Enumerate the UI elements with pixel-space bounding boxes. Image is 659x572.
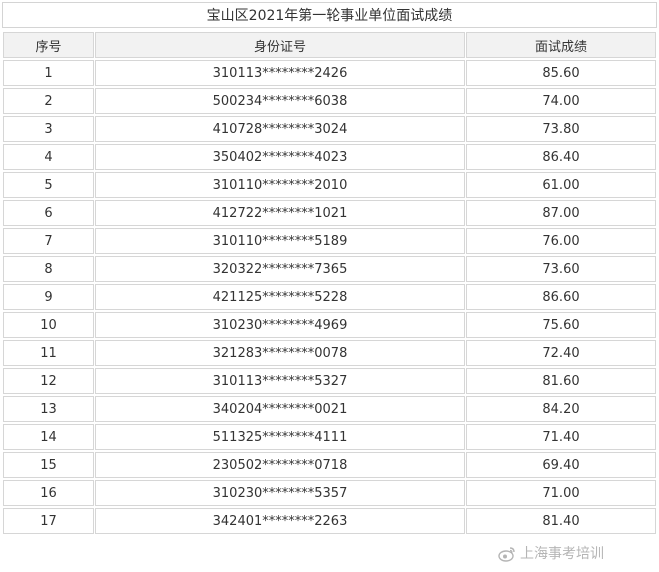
cell-interview-score: 71.40 <box>466 424 656 450</box>
cell-interview-score: 81.60 <box>466 368 656 394</box>
table-row: 10 310230********4969 75.60 <box>3 312 656 338</box>
cell-seq: 10 <box>3 312 94 338</box>
cell-seq: 15 <box>3 452 94 478</box>
cell-seq: 1 <box>3 60 94 86</box>
cell-interview-score: 87.00 <box>466 200 656 226</box>
table-row: 17 342401********2263 81.40 <box>3 508 656 534</box>
table-row: 13 340204********0021 84.20 <box>3 396 656 422</box>
table-row: 6 412722********1021 87.00 <box>3 200 656 226</box>
cell-id-number: 321283********0078 <box>95 340 465 366</box>
cell-interview-score: 81.40 <box>466 508 656 534</box>
cell-id-number: 412722********1021 <box>95 200 465 226</box>
table-row: 1 310113********2426 85.60 <box>3 60 656 86</box>
cell-interview-score: 84.20 <box>466 396 656 422</box>
cell-interview-score: 73.80 <box>466 116 656 142</box>
cell-seq: 9 <box>3 284 94 310</box>
cell-id-number: 410728********3024 <box>95 116 465 142</box>
cell-id-number: 421125********5228 <box>95 284 465 310</box>
cell-interview-score: 85.60 <box>466 60 656 86</box>
cell-interview-score: 74.00 <box>466 88 656 114</box>
cell-id-number: 310113********5327 <box>95 368 465 394</box>
cell-seq: 16 <box>3 480 94 506</box>
weibo-icon <box>498 547 515 562</box>
cell-id-number: 500234********6038 <box>95 88 465 114</box>
cell-id-number: 342401********2263 <box>95 508 465 534</box>
cell-interview-score: 69.40 <box>466 452 656 478</box>
cell-id-number: 310113********2426 <box>95 60 465 86</box>
cell-interview-score: 61.00 <box>466 172 656 198</box>
cell-interview-score: 86.40 <box>466 144 656 170</box>
cell-id-number: 310110********2010 <box>95 172 465 198</box>
results-page: 宝山区2021年第一轮事业单位面试成绩 序号 身份证号 面试成绩 1 310113… <box>0 0 659 572</box>
cell-id-number: 310110********5189 <box>95 228 465 254</box>
table-row: 2 500234********6038 74.00 <box>3 88 656 114</box>
results-table: 序号 身份证号 面试成绩 1 310113********2426 85.60 2 50… <box>2 30 657 536</box>
table-row: 7 310110********5189 76.00 <box>3 228 656 254</box>
cell-interview-score: 75.60 <box>466 312 656 338</box>
header-id-number: 身份证号 <box>95 32 465 58</box>
cell-seq: 8 <box>3 256 94 282</box>
header-seq: 序号 <box>3 32 94 58</box>
page-title: 宝山区2021年第一轮事业单位面试成绩 <box>2 2 657 28</box>
cell-seq: 14 <box>3 424 94 450</box>
cell-id-number: 310230********4969 <box>95 312 465 338</box>
header-interview-score: 面试成绩 <box>466 32 656 58</box>
table-row: 11 321283********0078 72.40 <box>3 340 656 366</box>
cell-seq: 6 <box>3 200 94 226</box>
table-header-row: 序号 身份证号 面试成绩 <box>3 32 656 58</box>
cell-id-number: 511325********4111 <box>95 424 465 450</box>
table-row: 4 350402********4023 86.40 <box>3 144 656 170</box>
cell-id-number: 230502********0718 <box>95 452 465 478</box>
cell-interview-score: 73.60 <box>466 256 656 282</box>
table-row: 8 320322********7365 73.60 <box>3 256 656 282</box>
cell-interview-score: 76.00 <box>466 228 656 254</box>
cell-interview-score: 72.40 <box>466 340 656 366</box>
table-row: 12 310113********5327 81.60 <box>3 368 656 394</box>
cell-seq: 11 <box>3 340 94 366</box>
table-row: 15 230502********0718 69.40 <box>3 452 656 478</box>
cell-id-number: 340204********0021 <box>95 396 465 422</box>
cell-seq: 7 <box>3 228 94 254</box>
table-body: 1 310113********2426 85.60 2 500234********6… <box>3 60 656 534</box>
cell-seq: 12 <box>3 368 94 394</box>
table-row: 5 310110********2010 61.00 <box>3 172 656 198</box>
cell-id-number: 320322********7365 <box>95 256 465 282</box>
table-row: 14 511325********4111 71.40 <box>3 424 656 450</box>
cell-seq: 13 <box>3 396 94 422</box>
cell-interview-score: 71.00 <box>466 480 656 506</box>
cell-id-number: 350402********4023 <box>95 144 465 170</box>
watermark-text: 上海事考培训 <box>520 546 604 562</box>
table-row: 16 310230********5357 71.00 <box>3 480 656 506</box>
cell-seq: 5 <box>3 172 94 198</box>
cell-seq: 4 <box>3 144 94 170</box>
cell-interview-score: 86.60 <box>466 284 656 310</box>
cell-id-number: 310230********5357 <box>95 480 465 506</box>
cell-seq: 3 <box>3 116 94 142</box>
cell-seq: 17 <box>3 508 94 534</box>
table-row: 3 410728********3024 73.80 <box>3 116 656 142</box>
table-row: 9 421125********5228 86.60 <box>3 284 656 310</box>
cell-seq: 2 <box>3 88 94 114</box>
watermark: 上海事考培训 <box>498 542 604 566</box>
